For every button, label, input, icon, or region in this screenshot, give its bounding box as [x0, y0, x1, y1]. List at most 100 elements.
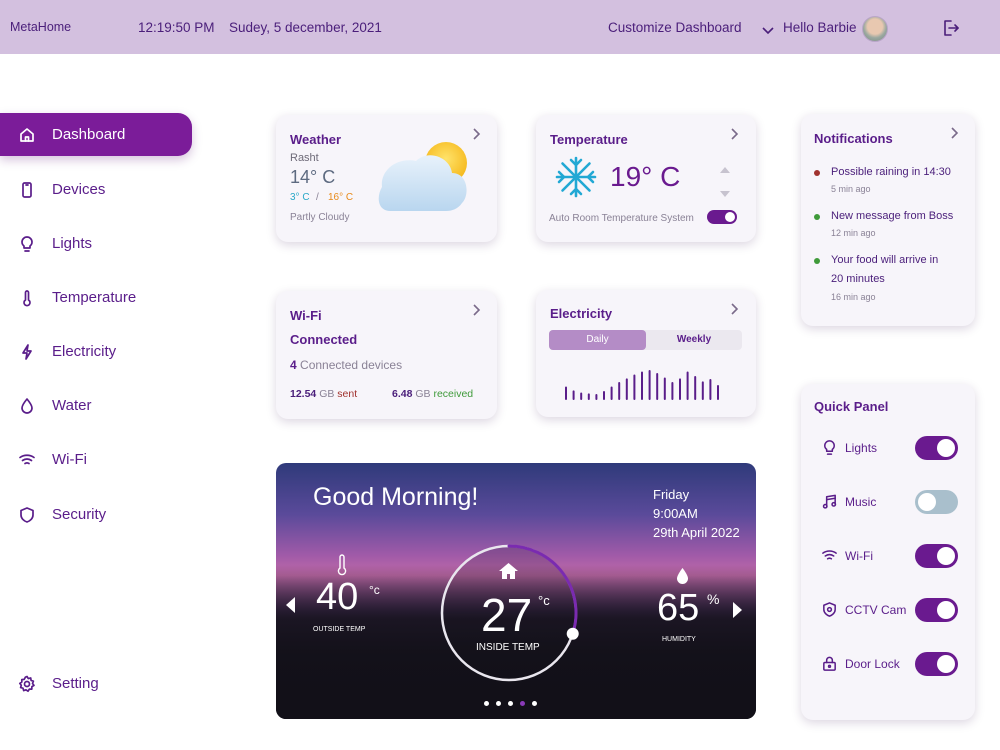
notification-time: 5 min ago: [831, 184, 871, 194]
hero-time: 9:00AM: [653, 506, 698, 521]
sidebar-item-temperature[interactable]: Temperature: [0, 276, 192, 319]
carousel-dot[interactable]: [496, 701, 501, 706]
auto-temp-label: Auto Room Temperature System: [549, 213, 694, 224]
usage-bar: [686, 371, 689, 400]
notification-text-line2: 20 minutes: [831, 273, 885, 285]
date-label: Sudey, 5 december, 2021: [229, 20, 382, 35]
wifi-recv-value: 6.48: [392, 388, 413, 400]
hero-day: Friday: [653, 487, 690, 502]
user-greeting[interactable]: Hello Barbie: [783, 20, 857, 35]
sidebar-item-label: Electricity: [52, 343, 117, 360]
sidebar-item-setting[interactable]: Setting: [0, 662, 192, 705]
quick-item-label: Lights: [845, 441, 878, 455]
chevron-right-icon[interactable]: [472, 303, 482, 317]
increase-temp-button[interactable]: [719, 161, 731, 179]
quick-item-door-lock: Door Lock: [801, 652, 976, 676]
sidebar-item-devices[interactable]: Devices: [0, 168, 192, 211]
carousel-dot[interactable]: [520, 701, 525, 706]
period-tabs: Daily Weekly: [549, 330, 742, 350]
clock: 12:19:50 PM: [138, 20, 215, 35]
sidebar-item-water[interactable]: Water: [0, 384, 192, 427]
electricity-usage-chart: [565, 370, 719, 400]
weather-condition: Partly Cloudy: [290, 212, 350, 223]
wifi-status: Connected: [290, 332, 358, 347]
lights-toggle[interactable]: [915, 436, 958, 460]
lock-icon: [821, 655, 838, 672]
home-icon: [498, 562, 519, 585]
temperature-value: 19° C: [610, 161, 681, 192]
wifi-recv-unit: GB: [415, 388, 431, 400]
gear-icon: [18, 675, 36, 693]
usage-bar: [587, 393, 590, 400]
usage-bar: [610, 386, 613, 400]
temperature-card[interactable]: Temperature 19° C Auto Room Temperature …: [536, 115, 756, 242]
quick-item-cctv: CCTV Cam: [801, 598, 976, 622]
chevron-right-icon[interactable]: [472, 127, 482, 141]
sidebar-item-wifi[interactable]: Wi-Fi: [0, 438, 192, 481]
next-arrow[interactable]: [732, 601, 743, 624]
carousel-dot[interactable]: [508, 701, 513, 706]
customize-dashboard-link[interactable]: Customize Dashboard: [608, 20, 742, 35]
weather-temp: 14° C: [290, 167, 336, 187]
inside-temp-value: 27: [481, 589, 533, 641]
shield-icon: [821, 601, 838, 618]
quick-panel: Quick Panel Lights Music Wi-Fi CCTV Cam …: [801, 384, 975, 720]
electricity-card[interactable]: Electricity Daily Weekly: [536, 290, 756, 417]
chevron-down-icon[interactable]: [762, 22, 774, 40]
tab-daily[interactable]: Daily: [549, 330, 646, 350]
wifi-devices: 4 Connected devices: [290, 358, 402, 372]
outside-temp-value: 40: [316, 576, 359, 618]
notification-text: Your food will arrive in: [831, 254, 939, 266]
auto-temp-toggle[interactable]: [707, 210, 737, 224]
status-dot: [814, 170, 820, 176]
sidebar-item-electricity[interactable]: Electricity: [0, 330, 192, 373]
carousel-dot[interactable]: [484, 701, 489, 706]
decrease-temp-button[interactable]: [719, 185, 731, 203]
avatar[interactable]: [862, 16, 888, 42]
notification-text: New message from Boss: [831, 210, 954, 222]
notifications-card: Notifications Possible raining in 14:30 5…: [801, 114, 975, 326]
wifi-icon: [18, 451, 36, 469]
music-toggle[interactable]: [915, 490, 958, 514]
thermometer-icon: [18, 289, 36, 307]
usage-bar: [625, 378, 628, 400]
weather-card[interactable]: Weather Rasht 14° C 3° C / 16° C Partly …: [276, 115, 497, 242]
status-dot: [814, 214, 820, 220]
sidebar-item-dashboard[interactable]: Dashboard: [0, 113, 192, 156]
bolt-icon: [18, 343, 36, 361]
previous-arrow[interactable]: [285, 596, 296, 619]
usage-bar: [694, 376, 697, 400]
chevron-right-icon[interactable]: [950, 126, 960, 140]
wifi-toggle[interactable]: [915, 544, 958, 568]
weather-separator: /: [316, 192, 319, 203]
music-icon: [821, 493, 838, 510]
wifi-sent-unit: GB: [319, 388, 335, 400]
inside-temp-unit: °c: [538, 593, 550, 608]
cctv-toggle[interactable]: [915, 598, 958, 622]
sidebar-item-security[interactable]: Security: [0, 493, 192, 536]
card-title: Quick Panel: [814, 399, 889, 414]
wifi-card[interactable]: Wi-Fi Connected 4 Connected devices 12.5…: [276, 291, 497, 419]
tab-weekly[interactable]: Weekly: [646, 330, 742, 350]
usage-bar: [656, 373, 659, 400]
wifi-sent-value: 12.54: [290, 388, 317, 400]
quick-item-label: CCTV Cam: [845, 603, 907, 617]
hero-date: 29th April 2022: [653, 525, 740, 540]
humidity-label: HUMIDITY: [662, 636, 696, 643]
usage-bar: [572, 390, 575, 400]
usage-bar: [565, 386, 567, 400]
quick-item-music: Music: [801, 490, 976, 514]
sidebar-item-lights[interactable]: Lights: [0, 222, 192, 265]
sidebar-item-label: Dashboard: [52, 126, 126, 143]
wifi-icon: [821, 547, 838, 564]
home-icon: [18, 126, 36, 144]
logout-icon[interactable]: [942, 19, 960, 42]
dial-knob[interactable]: [566, 627, 579, 640]
chevron-right-icon[interactable]: [730, 302, 740, 316]
chevron-right-icon[interactable]: [730, 127, 740, 141]
sidebar-item-label: Lights: [52, 235, 93, 252]
wifi-devices-count: 4: [290, 358, 297, 372]
brand-logo[interactable]: MetaHome: [10, 20, 71, 34]
carousel-dot[interactable]: [532, 701, 537, 706]
door-lock-toggle[interactable]: [915, 652, 958, 676]
